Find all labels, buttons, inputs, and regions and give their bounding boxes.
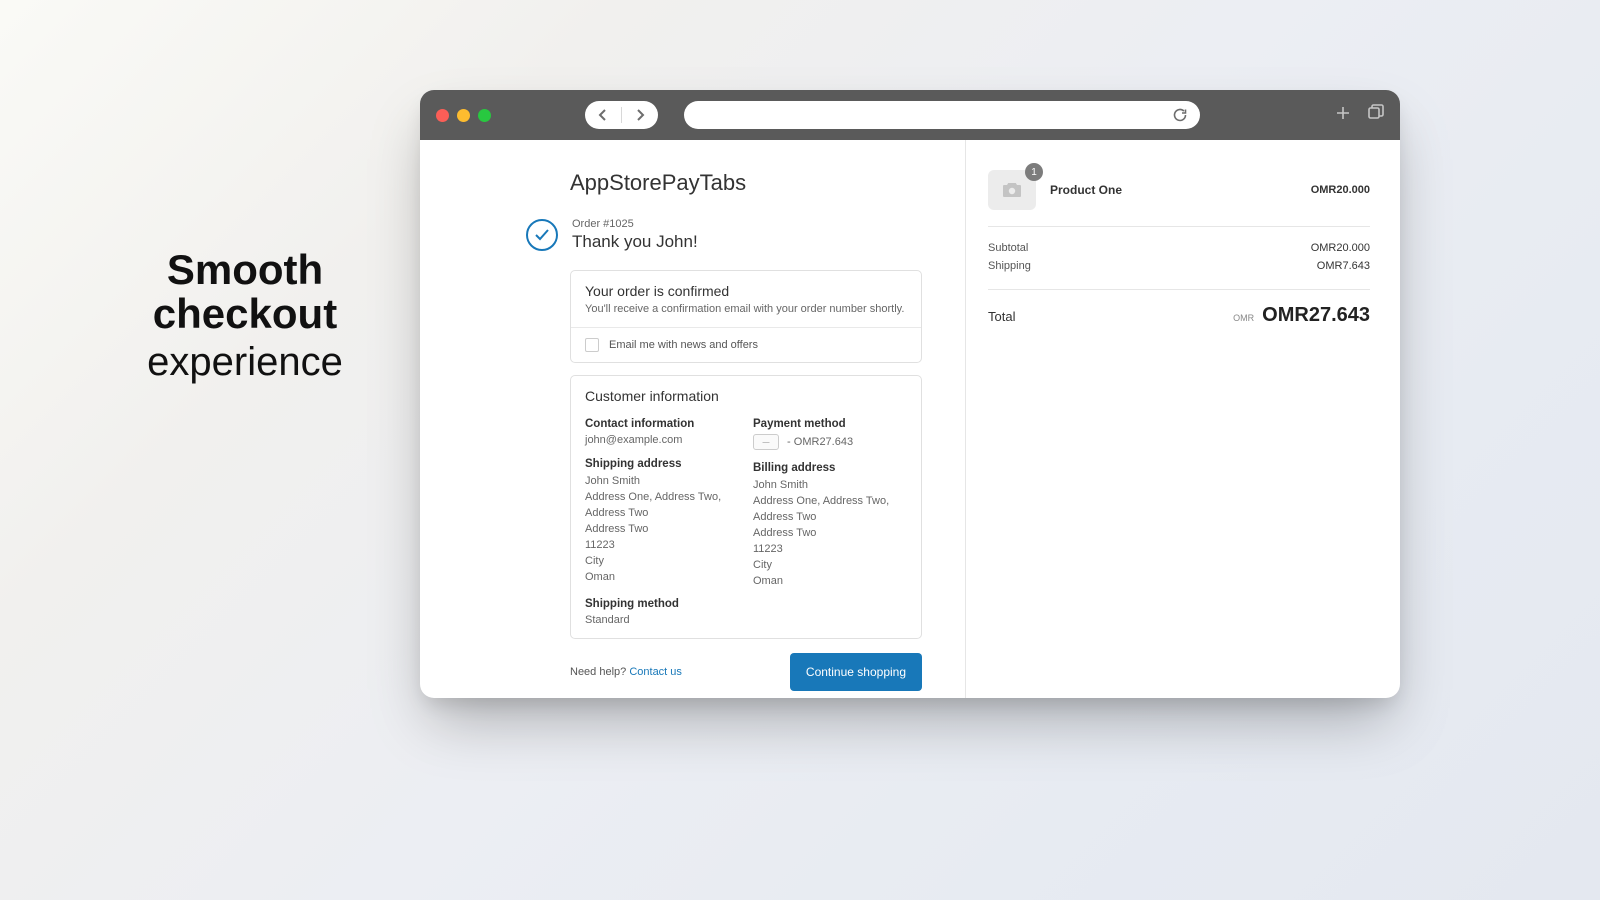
total-amount: OMR27.643 [1262, 304, 1370, 327]
order-number: Order #1025 [572, 218, 698, 230]
checkout-main: AppStorePayTabs Order #1025 Thank you Jo… [420, 140, 965, 698]
thank-you-header: Order #1025 Thank you John! [526, 218, 965, 252]
refresh-button[interactable] [1170, 105, 1190, 125]
contact-value: john@example.com [585, 434, 739, 446]
cart-line-item: 1 Product One OMR20.000 [988, 170, 1370, 227]
payment-method-value: — - OMR27.643 [753, 434, 907, 450]
store-name: AppStorePayTabs [570, 170, 965, 196]
promo-headline: Smooth checkout experience [95, 248, 395, 384]
nav-buttons [585, 101, 658, 129]
product-name: Product One [1050, 183, 1122, 197]
url-input[interactable] [700, 108, 1170, 123]
total-label: Total [988, 309, 1015, 324]
chevron-right-icon [635, 108, 645, 122]
news-label: Email me with news and offers [609, 339, 758, 351]
tabs-icon [1368, 104, 1384, 120]
help-text: Need help? Contact us [570, 666, 682, 678]
footer-row: Need help? Contact us Continue shopping [570, 653, 922, 691]
promo-line-1: Smooth [95, 248, 395, 292]
order-summary: 1 Product One OMR20.000 Subtotal OMR20.0… [965, 140, 1400, 698]
page-content: AppStorePayTabs Order #1025 Thank you Jo… [420, 140, 1400, 698]
billing-address-label: Billing address [753, 462, 907, 474]
shipping-method-value: Standard [585, 614, 739, 626]
shipping-row: Shipping OMR7.643 [988, 257, 1370, 275]
summary-rows: Subtotal OMR20.000 Shipping OMR7.643 [988, 227, 1370, 290]
refresh-icon [1172, 107, 1188, 123]
browser-window: AppStorePayTabs Order #1025 Thank you Jo… [420, 90, 1400, 698]
customer-info-panel: Customer information Contact information… [570, 375, 922, 639]
qty-badge: 1 [1025, 163, 1043, 181]
minimize-window-button[interactable] [457, 109, 470, 122]
maximize-window-button[interactable] [478, 109, 491, 122]
chevron-left-icon [598, 108, 608, 122]
shipping-address: John Smith Address One, Address Two, Add… [585, 474, 739, 586]
camera-icon [1001, 181, 1023, 199]
total-row: Total OMR OMR27.643 [988, 290, 1370, 327]
subtotal-value: OMR20.000 [1311, 242, 1370, 254]
contact-label: Contact information [585, 418, 739, 430]
card-icon: — [753, 434, 779, 450]
customer-info-heading: Customer information [585, 388, 907, 404]
billing-address: John Smith Address One, Address Two, Add… [753, 478, 907, 590]
new-tab-button[interactable] [1334, 104, 1352, 127]
shipping-method-label: Shipping method [585, 598, 739, 610]
payment-method-label: Payment method [753, 418, 907, 430]
subtotal-label: Subtotal [988, 242, 1028, 254]
news-checkbox[interactable] [585, 338, 599, 352]
forward-button[interactable] [622, 101, 658, 129]
total-currency: OMR [1233, 313, 1254, 323]
contact-link[interactable]: Contact us [629, 666, 682, 678]
plus-icon [1334, 104, 1352, 122]
subtotal-row: Subtotal OMR20.000 [988, 239, 1370, 257]
news-offers-row[interactable]: Email me with news and offers [571, 327, 921, 362]
tabs-button[interactable] [1368, 104, 1384, 127]
promo-line-3: experience [95, 340, 395, 384]
url-bar[interactable] [684, 101, 1200, 129]
product-thumbnail: 1 [988, 170, 1036, 210]
traffic-lights [436, 109, 491, 122]
browser-actions [1334, 104, 1384, 127]
success-check-icon [526, 219, 558, 251]
confirmation-title: Your order is confirmed [585, 283, 907, 299]
back-button[interactable] [585, 101, 621, 129]
browser-chrome [420, 90, 1400, 140]
close-window-button[interactable] [436, 109, 449, 122]
thank-you-text: Thank you John! [572, 232, 698, 252]
product-price: OMR20.000 [1311, 184, 1370, 196]
shipping-value: OMR7.643 [1317, 260, 1370, 272]
promo-line-2: checkout [95, 292, 395, 336]
shipping-address-label: Shipping address [585, 458, 739, 470]
shipping-label: Shipping [988, 260, 1031, 272]
continue-shopping-button[interactable]: Continue shopping [790, 653, 922, 691]
confirmation-body: You'll receive a confirmation email with… [585, 303, 907, 315]
confirmation-panel: Your order is confirmed You'll receive a… [570, 270, 922, 363]
